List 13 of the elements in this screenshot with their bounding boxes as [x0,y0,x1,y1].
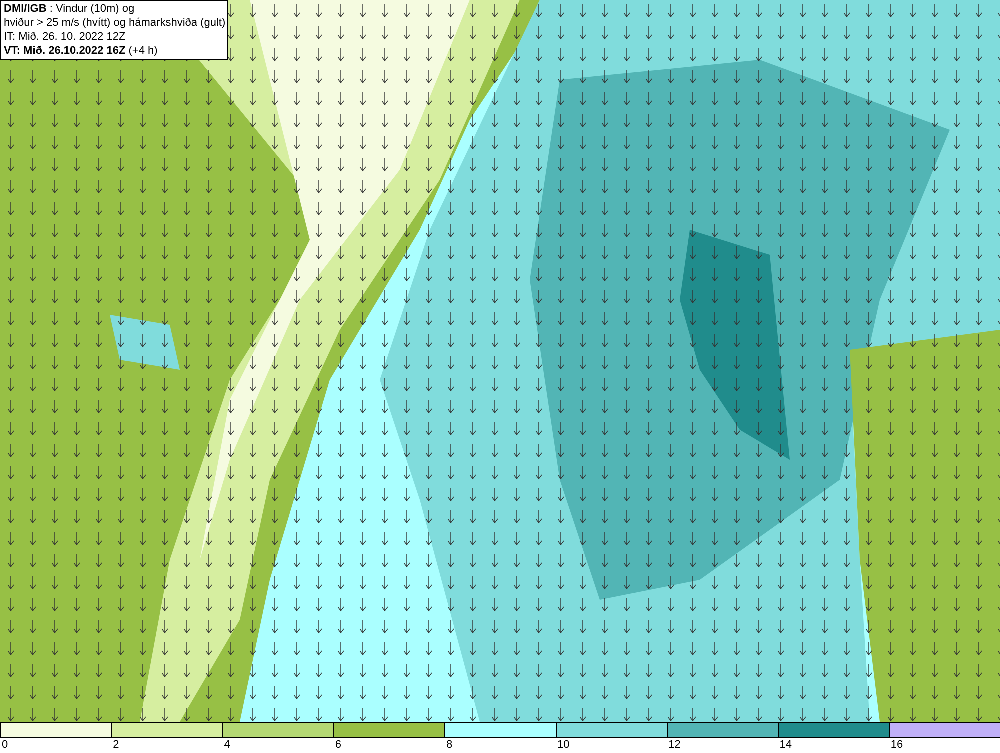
legend-label: 14 [780,738,792,752]
legend-label: 0 [2,738,8,752]
legend-label: 12 [668,738,681,752]
legend-label: 16 [890,738,904,752]
legend-label: 8 [446,738,453,752]
info-text: VT: Mið. 26.10.2022 16Z (+4 h) [4,44,159,58]
info-text: IT: Mið. 26. 10. 2022 12Z [4,30,127,44]
legend-label: 10 [558,738,570,752]
info-text: DMI/IGB : Vindur (10m) og [4,2,136,16]
legend-label: 6 [335,738,342,752]
legend-label: 4 [224,738,230,752]
legend-label: 2 [113,738,120,752]
info-text: hviður > 25 m/s (hvítt) og hámarkshviða (gult) [4,16,224,30]
